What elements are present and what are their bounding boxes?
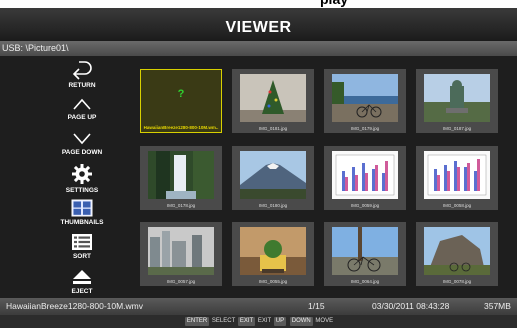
- thumbnail-image: [240, 151, 306, 199]
- gear-icon: [72, 164, 92, 184]
- page-down-button[interactable]: PAGE DOWN: [42, 131, 122, 156]
- status-filename: HawaiianBreeze1280-800-10M.wmv: [6, 301, 144, 311]
- page-down-label: PAGE DOWN: [61, 149, 103, 156]
- enter-key-action: SELECT: [211, 318, 236, 324]
- thumbnail-image: [424, 74, 490, 122]
- eject-icon: [73, 270, 91, 284]
- enter-key-badge: ENTER: [184, 317, 210, 326]
- viewer-header: VIEWER: [0, 8, 517, 41]
- thumbnail-item[interactable]: IMG_0179.jpg: [324, 69, 406, 133]
- status-page-counter: 1/15: [308, 301, 325, 311]
- thumbnail-item[interactable]: IMG_0057.jpg: [140, 222, 222, 286]
- exit-key-action: EXIT: [257, 318, 272, 324]
- settings-button[interactable]: SETTINGS: [42, 163, 122, 194]
- sort-label: SORT: [72, 253, 92, 260]
- eject-button[interactable]: EJECT: [42, 268, 122, 295]
- thumbnail-item[interactable]: IMG_0181.jpg: [232, 69, 314, 133]
- thumbnail-item[interactable]: IMG_0055.jpg: [232, 222, 314, 286]
- thumbnail-image: [148, 227, 214, 275]
- path-bar: USB: \Picture01\: [0, 41, 517, 56]
- thumbnail-caption: IMG_0055.jpg: [258, 279, 288, 284]
- thumbnail-caption: IMG_0064.jpg: [350, 279, 380, 284]
- thumbnail-caption: IMG_0058.jpg: [442, 203, 472, 208]
- return-label: RETURN: [68, 82, 96, 89]
- top-strip: play: [0, 0, 517, 8]
- thumbnail-caption: IMG_0179.jpg: [350, 126, 380, 131]
- thumbnail-caption: HawaiianBreeze1280-800-10M.wm..: [143, 125, 219, 130]
- status-bar: HawaiianBreeze1280-800-10M.wmv 1/15 03/3…: [0, 298, 517, 315]
- eject-label: EJECT: [71, 288, 93, 295]
- page-up-label: PAGE UP: [67, 114, 97, 121]
- top-banner-text: play: [320, 0, 348, 7]
- exit-key-badge: EXIT: [237, 317, 256, 326]
- thumbnail-image: [424, 227, 490, 275]
- thumbnail-image: [240, 227, 306, 275]
- status-file-size: 357MB: [484, 301, 511, 311]
- thumbnail-image: [148, 151, 214, 199]
- thumbnail-image: [240, 74, 306, 122]
- up-key-badge: UP: [273, 317, 287, 326]
- return-button[interactable]: RETURN: [42, 60, 122, 89]
- list-icon: [72, 234, 92, 250]
- settings-label: SETTINGS: [65, 187, 99, 194]
- thumbnail-item[interactable]: IMG_0058.jpg: [416, 146, 498, 210]
- move-key-action: MOVE: [315, 318, 334, 324]
- thumbnails-label: THUMBNAILS: [60, 219, 104, 226]
- thumbnail-caption: IMG_0057.jpg: [166, 279, 196, 284]
- thumbnails-icon: [71, 199, 93, 217]
- thumbnail-item[interactable]: IMG_0180.jpg: [232, 146, 314, 210]
- return-icon: [72, 61, 92, 80]
- thumbnail-item[interactable]: IMG_0178.jpg: [140, 146, 222, 210]
- down-key-badge: DOWN: [289, 317, 313, 326]
- sort-button[interactable]: SORT: [42, 233, 122, 260]
- current-path: USB: \Picture01\: [2, 43, 69, 53]
- thumbnail-item[interactable]: IMG_0078.jpg: [416, 222, 498, 286]
- status-datetime: 03/30/2011 08:43:28: [372, 301, 450, 311]
- thumbnail-image: [424, 151, 490, 199]
- thumbnail-image: [332, 151, 398, 199]
- page-title: VIEWER: [225, 18, 292, 36]
- thumbnail-caption: IMG_0178.jpg: [166, 203, 196, 208]
- thumbnail-caption: IMG_0187.jpg: [442, 126, 472, 131]
- thumbnail-item[interactable]: ? HawaiianBreeze1280-800-10M.wm..: [140, 69, 222, 133]
- key-hint-bar: ENTER SELECT EXIT EXIT UP DOWN MOVE: [0, 315, 517, 328]
- thumbnail-item[interactable]: IMG_0187.jpg: [416, 69, 498, 133]
- thumbnail-item[interactable]: IMG_0059.jpg: [324, 146, 406, 210]
- thumbnail-caption: IMG_0180.jpg: [258, 203, 288, 208]
- thumbnail-caption: IMG_0078.jpg: [442, 279, 472, 284]
- thumbnails-button[interactable]: THUMBNAILS: [42, 199, 122, 226]
- unknown-file-icon: ?: [177, 88, 185, 100]
- page-up-button[interactable]: PAGE UP: [42, 96, 122, 121]
- thumbnail-caption: IMG_0059.jpg: [350, 203, 380, 208]
- chevron-up-icon: [73, 98, 91, 110]
- thumbnail-image: [332, 227, 398, 275]
- thumbnail-caption: IMG_0181.jpg: [258, 126, 288, 131]
- thumbnail-image: [332, 74, 398, 122]
- thumbnail-item[interactable]: IMG_0064.jpg: [324, 222, 406, 286]
- chevron-down-icon: [73, 133, 91, 145]
